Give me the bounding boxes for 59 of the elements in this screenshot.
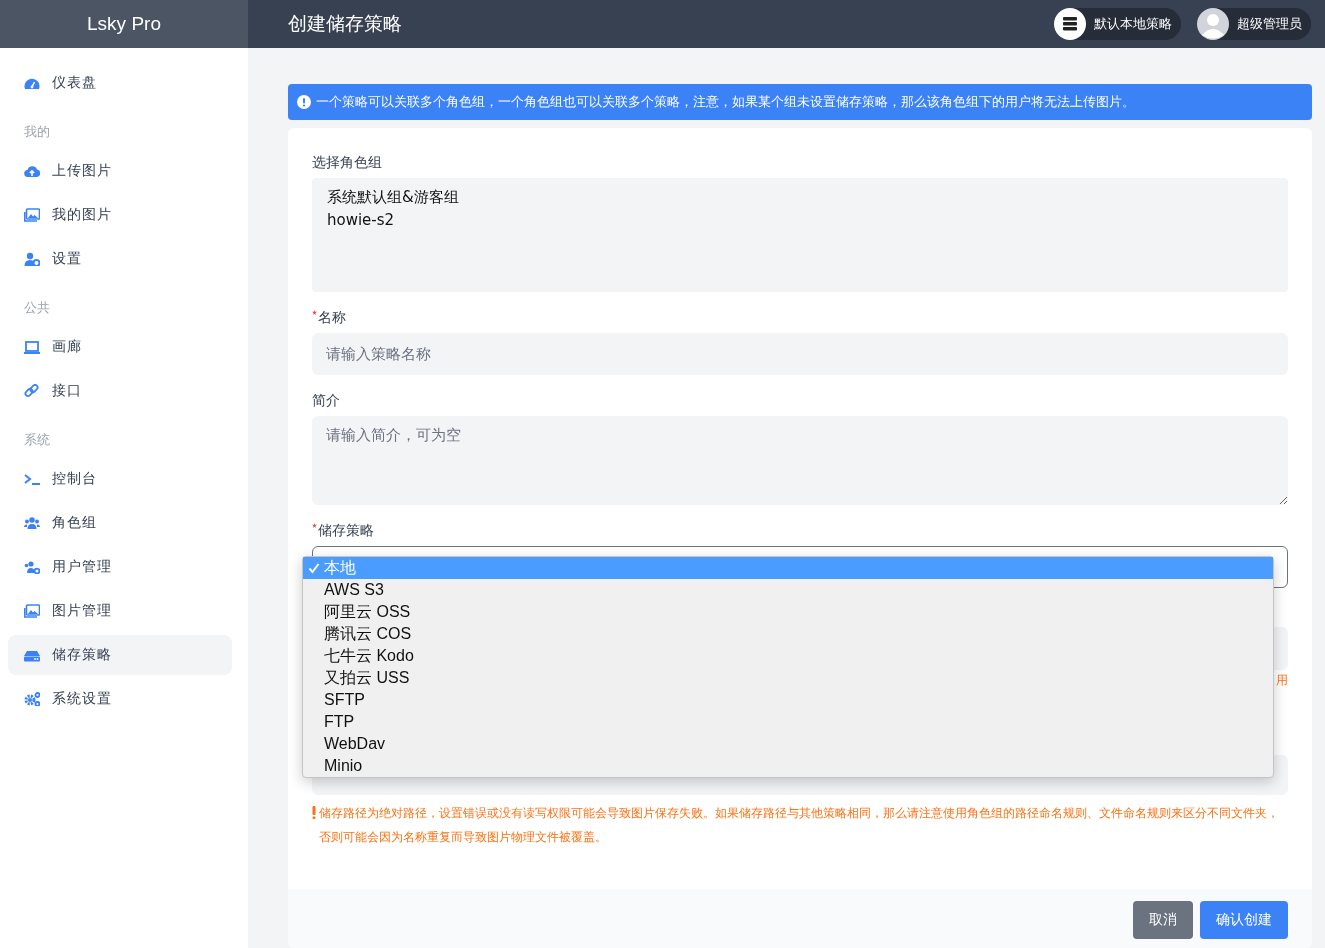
list-option[interactable]: howie-s2 [327, 209, 1273, 232]
hint-text: 用 [1276, 672, 1288, 689]
user-gear-icon [24, 252, 40, 266]
field-label: 选择角色组 [312, 153, 382, 172]
check-icon [308, 562, 320, 574]
dropdown-option[interactable]: 腾讯云 COS [303, 623, 1273, 645]
alert-text: 一个策略可以关联多个角色组，一个角色组也可以关联多个策略，注意，如果某个组未设置储存策略，那么该角色组下的用户将无法上传图片。 [316, 93, 1135, 111]
sidebar-item[interactable]: 我的图片 [8, 195, 232, 235]
name-field[interactable]: 请输入策略名称 [312, 333, 1288, 375]
field-label: 名称 [318, 308, 346, 327]
user-button[interactable]: 超级管理员 [1197, 8, 1311, 40]
cancel-button[interactable]: 取消 [1133, 901, 1193, 939]
avatar-icon [1197, 8, 1229, 40]
server-icon [1062, 17, 1078, 31]
create-button[interactable]: 确认创建 [1200, 901, 1288, 939]
strategy-button[interactable]: 默认本地策略 [1054, 8, 1181, 40]
sidebar-section-label: 系统 [23, 431, 51, 449]
gears-icon [24, 692, 40, 706]
dropdown-option[interactable]: FTP [303, 711, 1273, 733]
list-option[interactable]: 系统默认组&游客组 [327, 186, 1273, 209]
users-icon [24, 516, 40, 530]
intro-field[interactable]: 请输入简介，可为空 [312, 416, 1288, 505]
dropdown-option[interactable]: 七牛云 Kodo [303, 645, 1273, 667]
sidebar-item[interactable]: 控制台 [8, 459, 232, 499]
dropdown-option[interactable]: 阿里云 OSS [303, 601, 1273, 623]
dropdown-option[interactable]: WebDav [303, 733, 1273, 755]
sidebar-item[interactable]: 储存策略 [8, 635, 232, 675]
terminal-icon [24, 472, 40, 486]
sidebar-item[interactable]: 画廊 [8, 327, 232, 367]
images-icon [24, 604, 40, 618]
laptop-icon [24, 340, 40, 354]
dropdown-option[interactable]: Minio [303, 755, 1273, 777]
link-icon [24, 384, 40, 398]
dropdown-option[interactable]: SFTP [303, 689, 1273, 711]
sidebar-item[interactable]: 接口 [8, 371, 232, 411]
images-icon [24, 208, 40, 222]
sidebar-item[interactable]: 角色组 [8, 503, 232, 543]
sidebar-item[interactable]: 上传图片 [8, 151, 232, 191]
sidebar-item[interactable]: 设置 [8, 239, 232, 279]
warning-icon [312, 806, 316, 819]
sidebar-item[interactable]: 图片管理 [8, 591, 232, 631]
info-icon [297, 95, 311, 109]
warning-text: 储存路径为绝对路径，设置错误或没有读写权限可能会导致图片保存失败。如果储存路径与其他策略相同，那么请注意使用角色组的路径命名规则、文件命名规则来区分不同文件夹，否则可能会因为名称重复而导致图片物理文件被覆盖。 [319, 805, 1280, 846]
users-gear-icon [24, 560, 40, 574]
dropdown-option[interactable]: 又拍云 USS [303, 667, 1273, 689]
sidebar-item[interactable]: 用户管理 [8, 547, 232, 587]
page-title: 创建储存策略 [288, 11, 402, 36]
field-label: 简介 [312, 391, 340, 410]
role-group-list[interactable]: 系统默认组&游客组 howie-s2 [312, 178, 1288, 292]
sidebar-section-label: 我的 [23, 123, 51, 141]
dashboard-icon [24, 76, 40, 90]
drive-icon [24, 648, 40, 662]
logo-text: Lsky Pro [87, 13, 161, 35]
sidebar-section-label: 公共 [23, 299, 51, 317]
sidebar-item[interactable]: 系统设置 [8, 679, 232, 719]
field-label: 储存策略 [318, 521, 374, 540]
sidebar-item[interactable]: 仪表盘 [8, 63, 232, 103]
dropdown-option[interactable]: AWS S3 [303, 579, 1273, 601]
cloud-upload-icon [24, 164, 40, 178]
